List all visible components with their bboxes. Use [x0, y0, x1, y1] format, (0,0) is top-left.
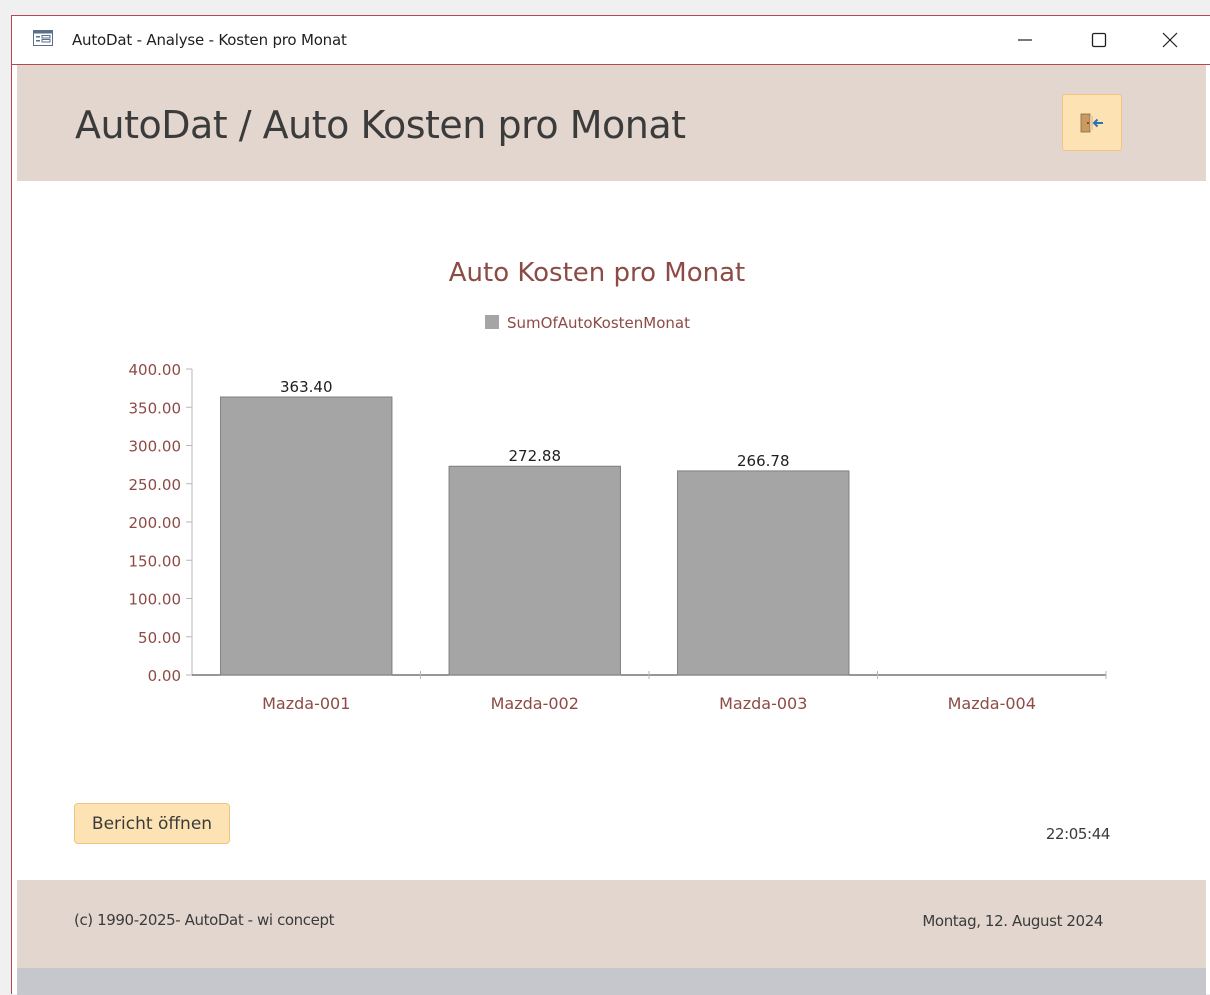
y-tick-label: 100.00 [129, 591, 182, 609]
cost-chart: Auto Kosten pro Monat SumOfAutoKostenMona… [129, 258, 1107, 713]
copyright-text: (c) 1990-2025- AutoDat - wi concept [74, 911, 335, 929]
y-tick-label: 50.00 [138, 629, 181, 647]
y-tick-label: 200.00 [129, 514, 182, 532]
bar [677, 470, 850, 676]
bar-data-label: 266.78 [737, 452, 790, 470]
status-strip [17, 968, 1206, 995]
app-window: AutoDat - Analyse - Kosten pro Monat Aut… [11, 15, 1210, 995]
legend-label: SumOfAutoKostenMonat [507, 314, 690, 332]
bar-data-label: 363.40 [280, 378, 333, 396]
open-report-button[interactable]: Bericht öffnen [74, 803, 230, 844]
x-category-label: Mazda-004 [948, 694, 1036, 713]
y-tick-label: 150.00 [129, 552, 182, 570]
x-category-label: Mazda-002 [491, 694, 579, 713]
y-tick-label: 0.00 [148, 667, 181, 685]
footer-band: (c) 1990-2025- AutoDat - wi concept Mont… [17, 880, 1206, 968]
x-category-label: Mazda-003 [719, 694, 807, 713]
y-tick-label: 250.00 [129, 476, 182, 494]
footer-date: Montag, 12. August 2024 [922, 912, 1103, 930]
current-time: 22:05:44 [1045, 825, 1111, 843]
bar [220, 396, 393, 676]
chart-title: Auto Kosten pro Monat [449, 258, 746, 288]
bar-data-label: 272.88 [509, 447, 562, 465]
bar [448, 465, 621, 676]
legend-swatch [485, 315, 499, 329]
y-tick-label: 350.00 [129, 399, 182, 417]
x-category-label: Mazda-001 [262, 694, 350, 713]
y-tick-label: 300.00 [129, 438, 182, 456]
y-tick-label: 400.00 [129, 361, 182, 379]
